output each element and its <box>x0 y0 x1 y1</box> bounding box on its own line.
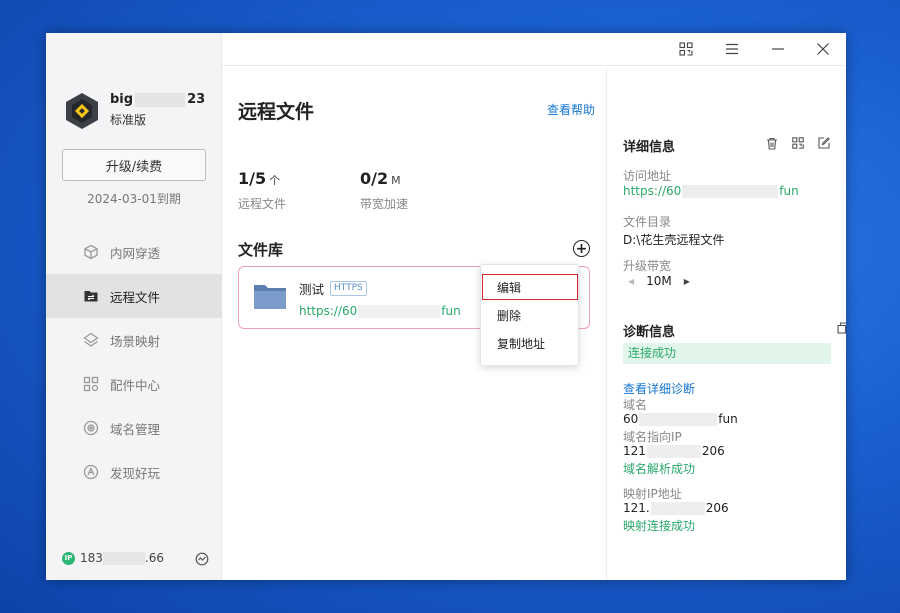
domain-label: 域名 <box>623 398 648 412</box>
grid-icon <box>82 375 100 393</box>
sidebar-item-label: 场景映射 <box>110 333 161 349</box>
context-menu: 编辑 删除 复制地址 <box>480 264 579 366</box>
ip-start: 183 <box>80 551 103 565</box>
username: big 23 <box>110 92 206 107</box>
qr-code-icon[interactable] <box>791 136 805 150</box>
increase-icon[interactable]: ▶ <box>684 277 690 286</box>
access-address-label: 访问地址 <box>623 169 672 183</box>
speed-test-icon[interactable] <box>195 551 209 570</box>
add-file-button[interactable]: + <box>573 240 590 257</box>
sidebar-item-domains[interactable]: 域名管理 <box>46 406 222 450</box>
map-ip-value: 121. 206 <box>623 501 729 515</box>
file-name: 测试 HTTPS <box>299 279 367 298</box>
decrease-icon[interactable]: ◀ <box>628 277 634 286</box>
folder-icon <box>253 283 287 315</box>
avatar[interactable] <box>62 91 102 131</box>
minimize-icon[interactable] <box>770 41 786 57</box>
sidebar-item-label: 内网穿透 <box>110 245 161 261</box>
sidebar-item-intranet[interactable]: 内网穿透 <box>46 230 222 274</box>
qr-code-icon[interactable] <box>678 41 694 57</box>
trash-icon[interactable] <box>765 136 779 150</box>
stat-files-label: 远程文件 <box>238 197 287 211</box>
domain-ip-value: 121 206 <box>623 444 725 458</box>
menu-item-delete[interactable]: 删除 <box>497 307 521 324</box>
connection-status: 连接成功 <box>623 343 831 364</box>
menu-icon[interactable] <box>724 41 740 57</box>
sidebar-item-label: 配件中心 <box>110 377 161 393</box>
expire-date: 2024-03-01到期 <box>87 192 181 206</box>
sidebar-item-remote-files[interactable]: 远程文件 <box>46 274 222 318</box>
sidebar-item-discover[interactable]: 发现好玩 <box>46 450 222 494</box>
sidebar-nav: 内网穿透 远程文件 场景映射 配件中心 域名管理 发现好玩 <box>46 230 222 494</box>
diagnosis-title: 诊断信息 <box>623 325 676 340</box>
file-dir-label: 文件目录 <box>623 215 672 229</box>
stat-bandwidth-value: 0/2 M <box>360 169 401 188</box>
details-title: 详细信息 <box>623 140 676 155</box>
ip-info: IP 183 .66 <box>62 551 164 565</box>
stat-files-value: 1/5 个 <box>238 169 281 188</box>
menu-item-edit[interactable]: 编辑 <box>497 279 521 296</box>
domain-resolve-status: 域名解析成功 <box>623 462 696 476</box>
https-badge: HTTPS <box>330 281 367 296</box>
menu-item-copy-address[interactable]: 复制地址 <box>497 335 545 352</box>
folder-transfer-icon <box>82 287 100 305</box>
help-link[interactable]: 查看帮助 <box>547 101 595 118</box>
ip-end: .66 <box>144 551 164 565</box>
close-icon[interactable] <box>815 41 831 57</box>
discover-icon <box>82 463 100 481</box>
map-ip-label: 映射IP地址 <box>623 487 682 501</box>
access-address-value[interactable]: https://60 fun <box>623 184 799 198</box>
bandwidth-label: 升级带宽 <box>623 259 672 273</box>
scene-icon <box>82 331 100 349</box>
domain-icon <box>82 419 100 437</box>
detail-panel: 详细信息 访问地址 https://60 fun 文件目录 D:\花生壳远程文件 … <box>608 67 846 580</box>
bandwidth-stepper: ◀ 10M ▶ <box>628 274 690 288</box>
library-title: 文件库 <box>238 241 284 259</box>
sidebar-item-label: 远程文件 <box>110 289 161 305</box>
domain-value: 60 fun <box>623 412 738 426</box>
sidebar: big23 标准版 升级/续费 2024-03-01到期 内网穿透 远程文件 <box>46 33 222 580</box>
copy-diagnosis-icon[interactable] <box>836 321 846 335</box>
upgrade-button[interactable]: 升级/续费 <box>62 149 206 181</box>
domain-ip-label: 域名指向IP <box>623 430 682 444</box>
sidebar-item-accessories[interactable]: 配件中心 <box>46 362 222 406</box>
page-title: 远程文件 <box>238 101 315 123</box>
sidebar-item-scene-mapping[interactable]: 场景映射 <box>46 318 222 362</box>
plus-icon: + <box>575 240 588 257</box>
app-window: big23 标准版 升级/续费 2024-03-01到期 内网穿透 远程文件 <box>46 33 846 580</box>
title-bar <box>222 33 846 66</box>
stat-bandwidth-label: 带宽加速 <box>360 197 409 211</box>
file-url[interactable]: https://60 fun <box>299 304 461 318</box>
sidebar-item-label: 发现好玩 <box>110 465 161 481</box>
bandwidth-value: 10M <box>646 274 672 288</box>
file-dir-value: D:\花生壳远程文件 <box>623 233 725 247</box>
plan-label: 标准版 <box>110 113 147 127</box>
sidebar-item-label: 域名管理 <box>110 421 161 437</box>
view-diagnosis-link[interactable]: 查看详细诊断 <box>623 380 695 397</box>
edit-icon[interactable] <box>817 136 831 150</box>
ip-badge: IP <box>62 551 75 565</box>
map-connect-status: 映射连接成功 <box>623 519 696 533</box>
cube-icon <box>82 243 100 261</box>
